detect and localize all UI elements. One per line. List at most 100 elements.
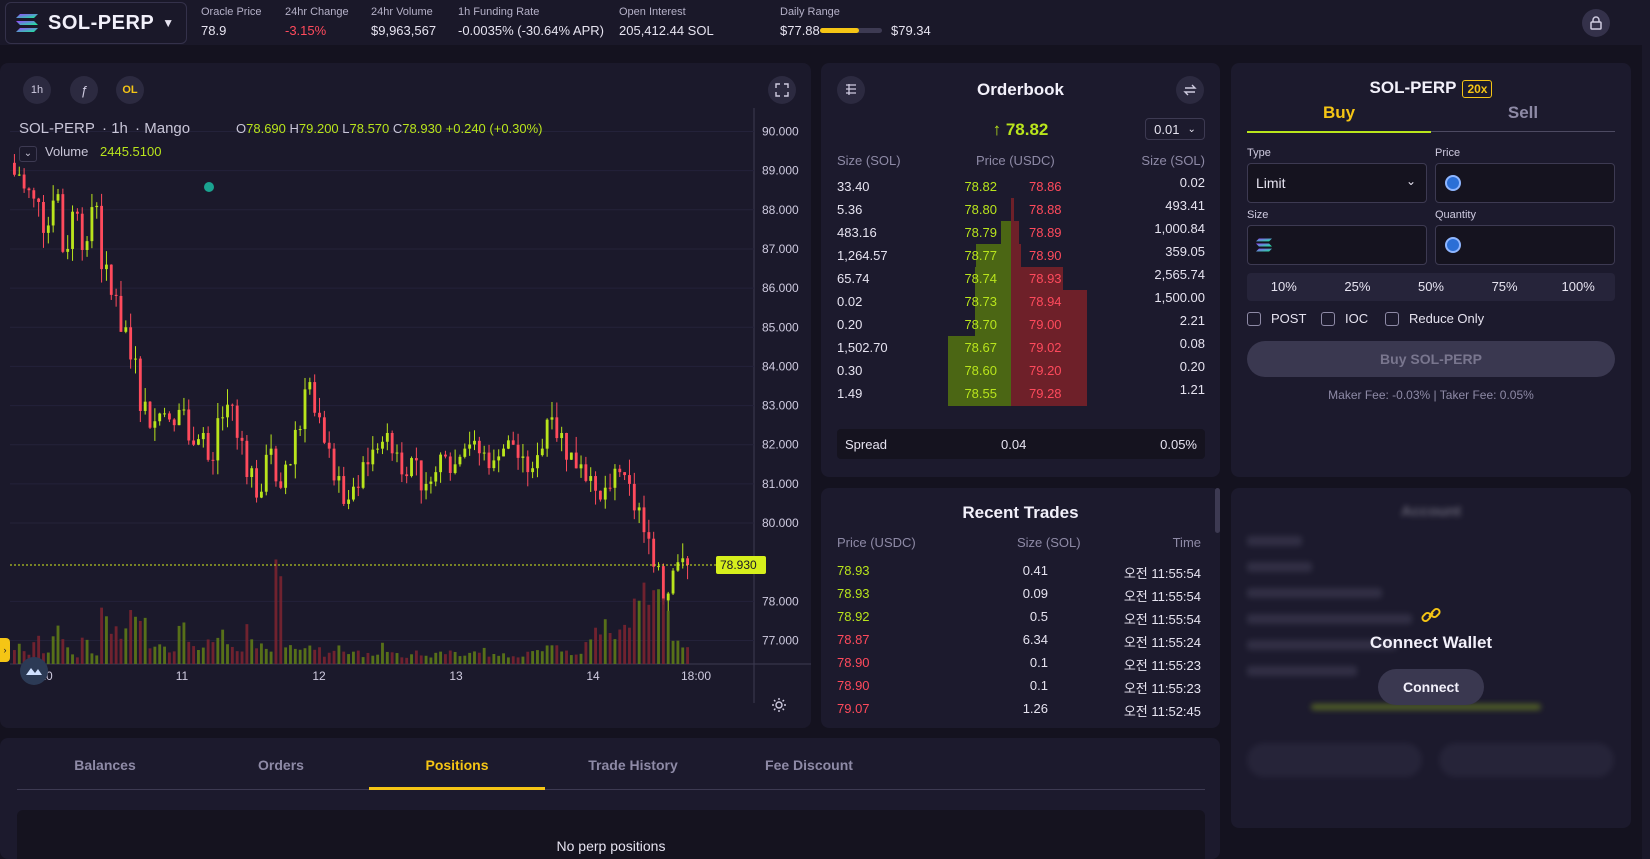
orderbook-row[interactable]: 0.02 78.73 78.94 1,500.00 <box>821 290 1220 314</box>
stat-label: Open Interest <box>619 6 686 18</box>
volume-bar <box>361 657 365 664</box>
candle-body <box>390 432 394 454</box>
indicators-button[interactable]: ƒ <box>70 76 98 104</box>
candle-body <box>308 382 312 390</box>
candle-body <box>143 401 147 411</box>
place-order-button[interactable]: Buy SOL-PERP <box>1247 341 1615 377</box>
volume-bar <box>473 651 476 664</box>
tradingview-logo[interactable] <box>20 657 48 685</box>
volume-bar <box>134 616 137 664</box>
candle-body <box>666 593 670 601</box>
candle-body <box>502 448 505 457</box>
candle-body <box>463 448 467 457</box>
volume-bar <box>439 651 443 664</box>
candle-body <box>148 401 152 428</box>
candle-body <box>598 490 602 500</box>
ask-depth-bar <box>1011 244 1021 268</box>
withdraw-placeholder <box>1439 743 1614 777</box>
volume-bar <box>201 647 205 664</box>
size-input[interactable] <box>1247 225 1427 265</box>
post-checkbox[interactable]: POST <box>1247 311 1306 326</box>
lock-button[interactable] <box>1582 9 1610 37</box>
ioc-checkbox[interactable]: IOC <box>1321 311 1368 326</box>
bid-size: 1,502.70 <box>837 340 888 355</box>
ask-price: 78.90 <box>1029 248 1062 263</box>
candle-body <box>661 566 665 601</box>
buy-tab[interactable]: Buy <box>1247 103 1431 133</box>
candle-body <box>109 264 113 295</box>
candle-body <box>114 294 118 296</box>
tab-orders[interactable]: Orders <box>193 757 369 773</box>
swap-icon <box>1183 84 1197 96</box>
bid-size: 65.74 <box>837 271 870 286</box>
checkbox-icon <box>1247 311 1261 326</box>
volume-bar <box>579 653 583 664</box>
percent-50-button[interactable]: 50% <box>1394 273 1468 301</box>
collapse-toggle[interactable]: ⌄ <box>19 146 37 162</box>
ask-price: 79.28 <box>1029 386 1062 401</box>
candle-body <box>250 468 254 478</box>
y-tick-label: 89.000 <box>762 164 799 178</box>
chart-settings-button[interactable] <box>771 697 787 716</box>
volume-bar <box>628 627 631 664</box>
trade-price: 78.93 <box>837 563 870 578</box>
bid-size: 0.30 <box>837 363 863 378</box>
candle-body <box>657 566 660 568</box>
sell-tab[interactable]: Sell <box>1431 103 1615 132</box>
tab-fee-discount[interactable]: Fee Discount <box>721 757 897 773</box>
tab-balances[interactable]: Balances <box>17 757 193 773</box>
volume-bar <box>385 651 389 664</box>
size-label: Size <box>1247 209 1269 221</box>
page-scrollbar[interactable] <box>1642 0 1650 859</box>
orderbook-row[interactable]: 5.36 78.80 78.88 493.41 <box>821 198 1220 222</box>
ask-size: 2.21 <box>1179 313 1205 328</box>
trade-row: 79.07 1.26 오전 11:52:45 <box>821 699 1220 723</box>
volume-bar <box>51 636 55 664</box>
volume-bar <box>100 607 104 664</box>
openbook-button[interactable]: OL <box>116 76 144 104</box>
quantity-input[interactable] <box>1435 225 1615 265</box>
chart-sidebar-toggle[interactable]: › <box>0 638 10 662</box>
fullscreen-button[interactable] <box>768 76 796 104</box>
price-input[interactable] <box>1435 163 1615 203</box>
percent-25-button[interactable]: 25% <box>1321 273 1395 301</box>
percent-75-button[interactable]: 75% <box>1468 273 1542 301</box>
bid-price: 78.77 <box>964 248 997 263</box>
candlestick-chart[interactable]: 90.000 89.000 88.000 87.000 86.000 85.000 84.0… <box>0 63 811 728</box>
connect-button[interactable]: Connect <box>1378 669 1484 705</box>
orderbook-row[interactable]: 483.16 78.79 78.89 1,000.84 <box>821 221 1220 245</box>
tab-positions[interactable]: Positions <box>369 757 545 773</box>
orderbook-row[interactable]: 1,264.57 78.77 78.90 359.05 <box>821 244 1220 268</box>
percent-10-button[interactable]: 10% <box>1247 273 1321 301</box>
volume-bar <box>75 657 79 664</box>
candle-body <box>75 211 79 214</box>
percent-100-button[interactable]: 100% <box>1541 273 1615 301</box>
volume-bar <box>255 648 258 664</box>
volume-bar <box>303 648 307 664</box>
orderbook-row[interactable]: 33.40 78.82 78.86 0.02 <box>821 175 1220 199</box>
reduce-only-checkbox[interactable]: Reduce Only <box>1385 311 1484 326</box>
tick-size-select[interactable]: 0.01 ⌄ <box>1145 118 1205 140</box>
market-status-dot <box>204 182 214 192</box>
candle-body <box>439 454 443 473</box>
stat-label: 24hr Change <box>285 6 349 18</box>
volume-bar <box>448 650 452 664</box>
tab-trade-history[interactable]: Trade History <box>545 757 721 773</box>
daily-range-bar <box>820 28 882 33</box>
trades-scrollbar[interactable] <box>1215 488 1220 533</box>
order-type-select[interactable]: Limit ⌄ <box>1247 163 1427 203</box>
volume-bar <box>666 610 670 664</box>
candle-body <box>71 211 74 249</box>
volume-bar <box>536 650 539 664</box>
timeframe-button[interactable]: 1h <box>23 76 51 104</box>
orderbook-row[interactable]: 1.49 78.55 79.28 1.21 <box>821 382 1220 406</box>
orderbook-row[interactable]: 1,502.70 78.67 79.02 0.08 <box>821 336 1220 360</box>
recent-trades-title: Recent Trades <box>962 503 1079 522</box>
orderbook-row[interactable]: 0.30 78.60 79.20 0.20 <box>821 359 1220 383</box>
candle-body <box>17 174 21 176</box>
volume-bar <box>613 639 617 664</box>
orderbook-row[interactable]: 0.20 78.70 79.00 2.21 <box>821 313 1220 337</box>
orderbook-flip-button[interactable] <box>1176 76 1204 104</box>
market-selector[interactable]: SOL-PERP ▼ <box>5 2 187 44</box>
orderbook-row[interactable]: 65.74 78.74 78.93 2,565.74 <box>821 267 1220 291</box>
